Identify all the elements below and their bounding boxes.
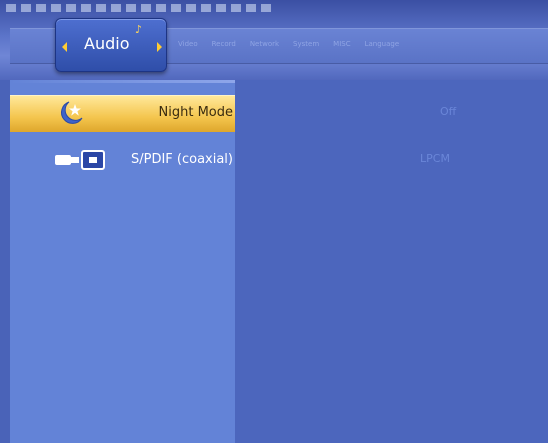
tab-list: Video Record Network System MISC Languag…	[178, 40, 399, 54]
night-mode-value: Off	[440, 105, 457, 118]
tab-language[interactable]: Language	[365, 40, 400, 54]
settings-list-panel	[10, 80, 235, 443]
tab-misc[interactable]: MISC	[333, 40, 350, 54]
night-mode-label: Night Mode	[158, 105, 233, 120]
spdif-value: LPCM	[420, 152, 450, 165]
moon-star-icon	[55, 100, 89, 130]
tab-audio[interactable]: Audio ♪	[55, 18, 167, 72]
tab-left-arrow-icon[interactable]	[62, 42, 67, 52]
spdif-label: S/PDIF (coaxial)	[130, 152, 233, 167]
tab-network[interactable]: Network	[250, 40, 279, 54]
setting-row-night-mode[interactable]: Night Mode Off	[0, 95, 548, 132]
tab-record[interactable]: Record	[212, 40, 236, 54]
settings-value-panel	[235, 80, 548, 443]
setting-row-spdif[interactable]: S/PDIF (coaxial) LPCM	[0, 142, 548, 178]
tab-audio-label: Audio	[84, 34, 130, 53]
tab-video[interactable]: Video	[178, 40, 198, 54]
tab-right-arrow-icon[interactable]	[157, 42, 162, 52]
tab-system[interactable]: System	[293, 40, 319, 54]
spdif-connector-icon	[53, 149, 111, 175]
decorative-dashes	[6, 4, 276, 12]
music-note-icon: ♪	[135, 23, 143, 36]
